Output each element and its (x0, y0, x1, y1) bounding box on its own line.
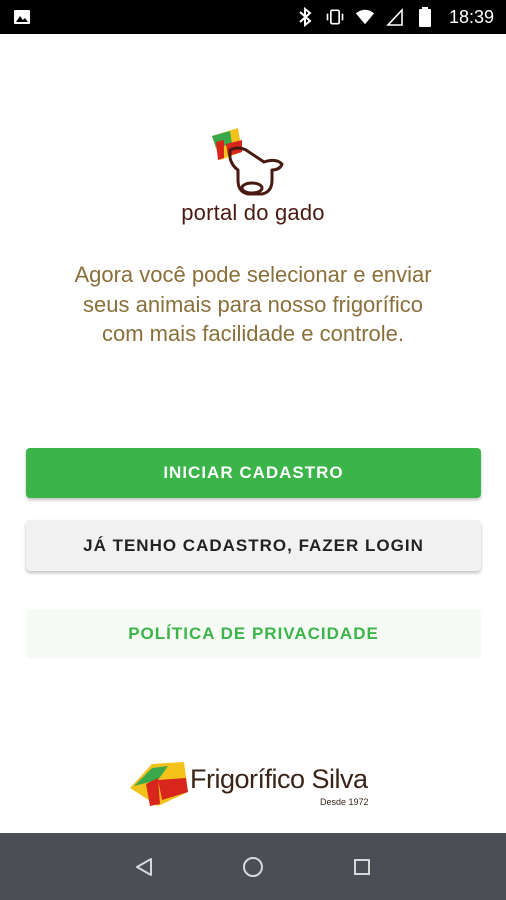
company-tagline: Desde 1972 (320, 797, 369, 807)
navigation-bar (0, 833, 506, 900)
status-right: 18:39 (295, 7, 494, 28)
start-registration-button[interactable]: INICIAR CADASTRO (26, 448, 481, 498)
company-name: Frigorífico Silva (190, 764, 368, 794)
bluetooth-icon (295, 7, 315, 27)
status-bar: 18:39 (0, 0, 506, 34)
status-left (12, 7, 32, 27)
home-icon[interactable] (238, 852, 268, 882)
wifi-icon (355, 7, 375, 27)
app-name: portal do gado (181, 200, 325, 225)
privacy-policy-button[interactable]: POLÍTICA DE PRIVACIDADE (26, 609, 481, 659)
login-button[interactable]: JÁ TENHO CADASTRO, FAZER LOGIN (26, 520, 481, 571)
status-time: 18:39 (448, 6, 494, 27)
recents-icon[interactable] (347, 852, 377, 882)
vibrate-icon (325, 7, 345, 27)
back-icon[interactable] (129, 852, 159, 882)
signal-icon (385, 7, 405, 27)
image-icon (12, 7, 32, 27)
battery-icon (415, 7, 435, 27)
intro-text: Agora você pode selecionar e enviar seus… (74, 262, 432, 346)
